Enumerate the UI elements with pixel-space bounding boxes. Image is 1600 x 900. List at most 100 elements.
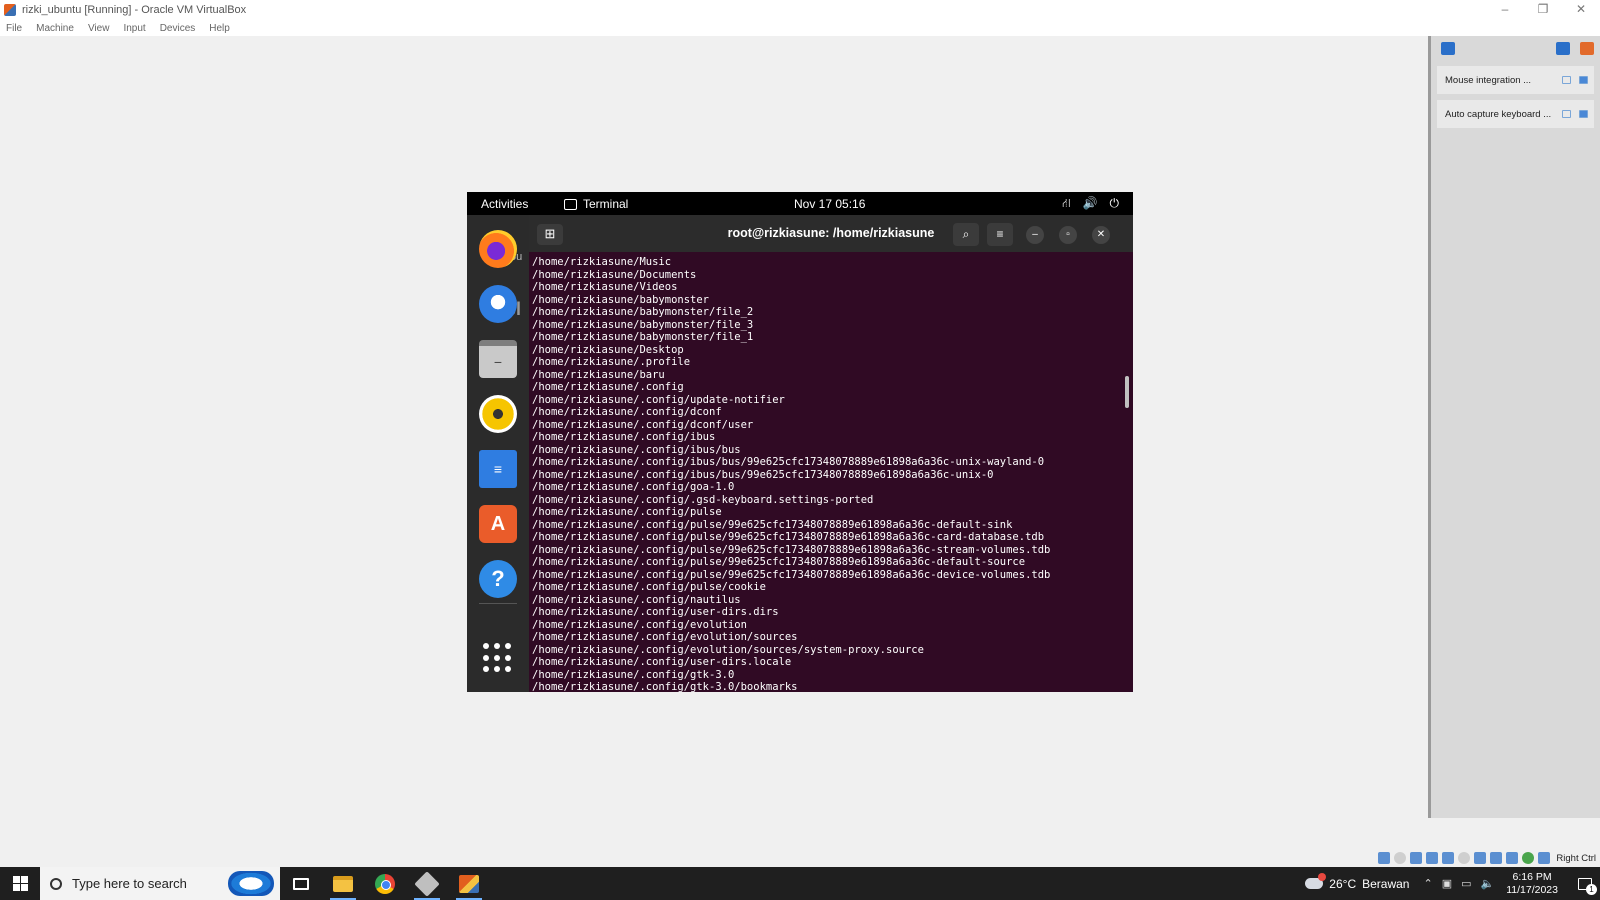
gnome-clock[interactable]: Nov 17 05:16 — [794, 197, 865, 211]
shared-folders-icon[interactable] — [1458, 852, 1471, 864]
terminal-line: /home/rizkiasune/.config/pulse/99e625cfc… — [532, 518, 1013, 531]
chevron-up-icon[interactable]: ⌃ — [1423, 877, 1432, 890]
rhythmbox-icon[interactable] — [479, 395, 517, 433]
audio-icon[interactable] — [1410, 852, 1423, 864]
menu-view[interactable]: View — [88, 23, 110, 34]
hamburger-menu-button[interactable]: ≡ — [987, 223, 1013, 246]
files-icon[interactable]: − — [479, 340, 517, 378]
notification-bell-icon[interactable] — [1441, 41, 1455, 55]
mouse-integration-icon[interactable] — [1522, 852, 1535, 864]
keyboard-capture-icon[interactable] — [1538, 852, 1551, 864]
menu-devices[interactable]: Devices — [160, 23, 196, 34]
search-button[interactable]: ⌕ — [953, 223, 979, 246]
menu-input[interactable]: Input — [123, 23, 145, 34]
windows-taskbar: Type here to search 26°C Berawan ⌃ ▣ ▭ 🔈… — [0, 867, 1600, 900]
notification-filter-icon[interactable] — [1556, 41, 1570, 55]
app-center-icon[interactable]: A — [479, 505, 517, 543]
terminal-line: /home/rizkiasune/.config/pulse/cookie — [532, 581, 766, 593]
cloud-icon — [1305, 873, 1327, 889]
mouse-icon[interactable] — [1562, 76, 1571, 84]
vbox-vm-button[interactable] — [448, 867, 490, 900]
app-menu-label: Terminal — [583, 197, 629, 211]
start-button[interactable] — [0, 867, 40, 900]
network-icon[interactable]: ▭ — [1461, 877, 1471, 890]
chrome-icon — [375, 873, 395, 894]
notification-center-button[interactable]: 1 — [1570, 867, 1600, 900]
notification-count: 1 — [1586, 883, 1597, 895]
thunderbird-icon[interactable] — [479, 285, 517, 323]
close-button[interactable]: ✕ — [1562, 0, 1600, 20]
terminal-scrollbar[interactable] — [1125, 376, 1129, 408]
gnome-status-area[interactable]: ⛙ 🔊 ⏻ — [1062, 196, 1119, 212]
ubuntu-screen[interactable]: Activities Terminal Nov 17 05:16 ⛙ 🔊 ⏻ P… — [467, 192, 1133, 692]
terminal-line: /home/rizkiasune/.config — [532, 381, 684, 393]
terminal-line: /home/rizkiasune/.config/evolution/sourc… — [532, 643, 924, 656]
dismiss-icon[interactable] — [1579, 110, 1588, 118]
keyboard-icon[interactable] — [1562, 110, 1571, 118]
app-menu-terminal[interactable]: Terminal — [564, 197, 628, 211]
virtualbox-icon — [414, 870, 440, 897]
file-explorer-button[interactable] — [322, 867, 364, 900]
minimize-button[interactable]: – — [1486, 0, 1524, 20]
system-tray: 26°C Berawan ⌃ ▣ ▭ 🔈 6:16 PM 11/17/2023 … — [1305, 867, 1600, 900]
notification-center: Mouse integration ... Auto capture keybo… — [1428, 36, 1600, 818]
file-explorer-icon — [333, 875, 353, 892]
minimize-button[interactable]: – — [1026, 226, 1044, 244]
usb-icon[interactable] — [1442, 852, 1455, 864]
camera-icon[interactable]: ▣ — [1442, 877, 1452, 890]
firefox-icon[interactable] — [479, 230, 517, 268]
terminal-output[interactable]: /home/rizkiasune/Music/home/rizkiasune/D… — [529, 252, 1133, 692]
ubuntu-dock: Previou Hel − ≡ A ? — [467, 215, 529, 692]
hard-disk-icon[interactable] — [1378, 852, 1391, 864]
dismiss-icon[interactable] — [1579, 76, 1588, 84]
show-apps-icon[interactable] — [483, 643, 513, 673]
bing-chat-icon[interactable] — [228, 871, 274, 896]
terminal-line: /home/rizkiasune/babymonster/file_1 — [532, 331, 754, 343]
terminal-line: /home/rizkiasune/babymonster/file_2 — [532, 306, 754, 318]
terminal-icon — [564, 198, 577, 210]
maximize-button[interactable]: ▫ — [1059, 226, 1077, 244]
taskbar-clock[interactable]: 6:16 PM 11/17/2023 — [1506, 871, 1558, 897]
terminal-line: /home/rizkiasune/.config/pulse/99e625cfc… — [532, 568, 1051, 581]
vbox-tools-icon — [459, 874, 479, 893]
cpu-icon[interactable] — [1506, 852, 1519, 864]
libreoffice-writer-icon[interactable]: ≡ — [479, 450, 517, 488]
network-icon: ⛙ — [1062, 196, 1071, 210]
optical-drive-icon[interactable] — [1394, 852, 1407, 864]
clock-date: 11/17/2023 — [1506, 883, 1558, 896]
restore-button[interactable]: ❐ — [1524, 0, 1562, 20]
terminal-line: /home/rizkiasune/Videos — [532, 281, 678, 293]
virtualbox-button[interactable] — [406, 867, 448, 900]
task-view-button[interactable] — [280, 867, 322, 900]
terminal-line: /home/rizkiasune/.config/ibus/bus — [532, 443, 741, 456]
notification-text: Auto capture keyboard ... — [1445, 108, 1552, 120]
task-view-icon — [293, 877, 309, 890]
recording-icon[interactable] — [1490, 852, 1503, 864]
terminal-line: /home/rizkiasune/Documents — [532, 268, 697, 281]
host-key-label: Right Ctrl — [1556, 852, 1596, 864]
display-icon[interactable] — [1474, 852, 1487, 864]
activities-button[interactable]: Activities — [481, 197, 528, 211]
terminal-line: /home/rizkiasune/Music — [532, 256, 672, 268]
chrome-button[interactable] — [364, 867, 406, 900]
menu-file[interactable]: File — [6, 23, 22, 34]
menu-machine[interactable]: Machine — [36, 23, 74, 34]
notification-auto-capture[interactable]: Auto capture keyboard ... — [1437, 100, 1594, 128]
search-placeholder: Type here to search — [72, 876, 187, 891]
terminal-line: /home/rizkiasune/Desktop — [532, 343, 684, 356]
network-icon[interactable] — [1426, 852, 1439, 864]
weather-condition: Berawan — [1362, 876, 1410, 891]
close-button[interactable]: ✕ — [1092, 226, 1110, 244]
help-icon[interactable]: ? — [479, 560, 517, 598]
vbox-statusbar: Right Ctrl — [0, 849, 1600, 867]
terminal-line: /home/rizkiasune/babymonster — [532, 293, 710, 306]
menu-help[interactable]: Help — [209, 23, 230, 34]
notification-mouse-integration[interactable]: Mouse integration ... — [1437, 66, 1594, 94]
terminal-line: /home/rizkiasune/.config/pulse/99e625cfc… — [532, 556, 1026, 568]
taskbar-search-box[interactable]: Type here to search — [40, 867, 280, 900]
terminal-line: /home/rizkiasune/.config/user-dirs.local… — [532, 656, 792, 668]
weather-widget[interactable]: 26°C Berawan — [1305, 873, 1410, 891]
notification-center-header — [1431, 36, 1600, 60]
volume-muted-icon[interactable]: 🔈 — [1481, 877, 1495, 890]
notification-clear-icon[interactable] — [1580, 41, 1594, 55]
